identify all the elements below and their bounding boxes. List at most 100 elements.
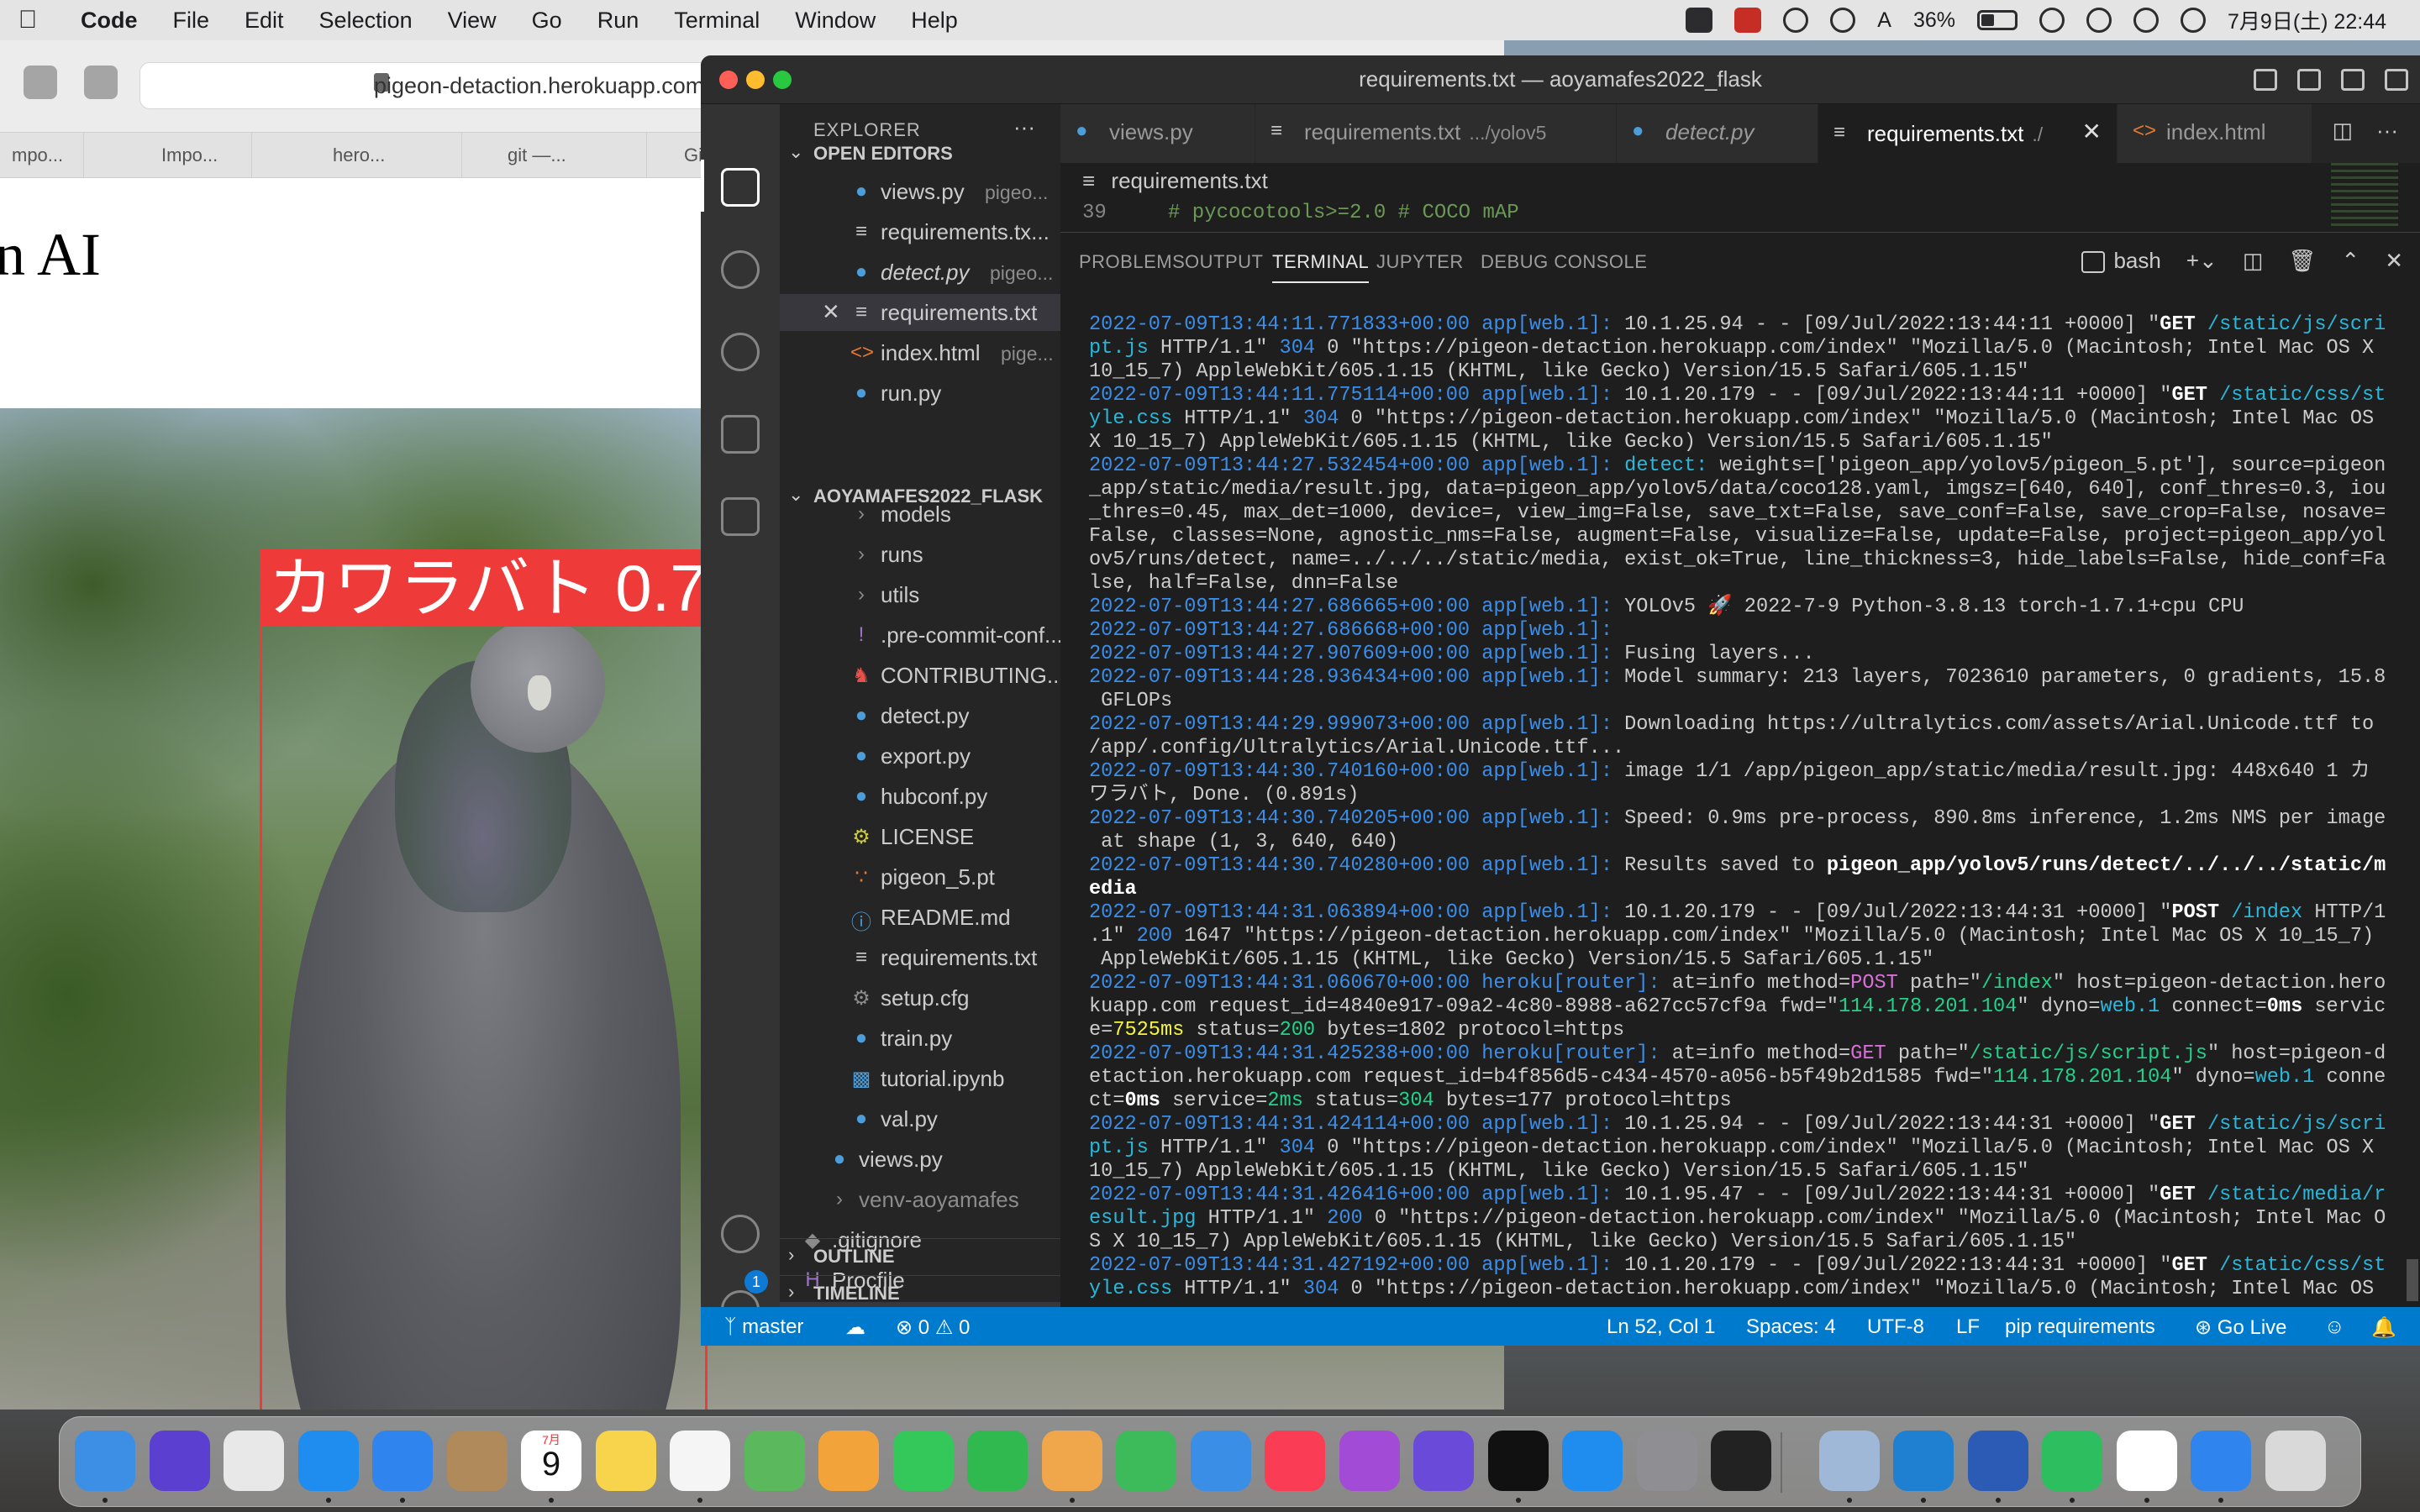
facetime-icon[interactable] — [967, 1431, 1028, 1491]
sync-icon[interactable]: ☁ — [845, 1315, 865, 1340]
launchpad-icon[interactable] — [224, 1431, 284, 1491]
notifications-bell-icon[interactable]: 🔔 — [2371, 1315, 2396, 1340]
accounts-icon[interactable] — [721, 1215, 760, 1253]
tree-file[interactable]: ● export.py — [780, 738, 1060, 774]
wifi-icon[interactable] — [2039, 8, 2065, 33]
end-of-line[interactable]: LF — [1956, 1315, 1980, 1339]
more-editor-actions-icon[interactable]: ··· — [2376, 118, 2398, 144]
finder-icon[interactable] — [75, 1431, 135, 1491]
battery-icon[interactable] — [1977, 10, 2018, 30]
menu-terminal[interactable]: Terminal — [656, 8, 777, 34]
split-editor-icon[interactable]: ◫ — [2332, 118, 2353, 144]
tree-file[interactable]: ▩ tutorial.ipynb — [780, 1060, 1060, 1097]
tree-file[interactable]: ≡ requirements.txt — [780, 939, 1060, 976]
podcasts-icon[interactable] — [1339, 1431, 1400, 1491]
editor-tab[interactable]: ≡ requirements.txt .../yolov5 — [1255, 104, 1617, 163]
safari-tab[interactable]: hero... — [252, 133, 462, 178]
menu-window[interactable]: Window — [777, 8, 893, 34]
menu-clock[interactable]: 7月9日(土) 22:44 — [2228, 5, 2386, 35]
tree-folder[interactable]: › runs — [780, 536, 1060, 573]
contacts-icon[interactable] — [446, 1431, 508, 1491]
reminders-icon[interactable] — [670, 1431, 730, 1491]
editor-tab[interactable]: <> index.html — [2118, 104, 2312, 163]
tab-terminal[interactable]: TERMINAL — [1272, 251, 1370, 283]
menu-file[interactable]: File — [155, 8, 228, 34]
run-debug-icon[interactable] — [721, 415, 760, 454]
apple-menu-icon[interactable]:  — [0, 6, 55, 34]
close-editor-icon[interactable]: ✕ — [822, 299, 840, 325]
open-editor-item[interactable]: ✕ ≡ requirements.txt — [780, 294, 1060, 331]
timeline-header[interactable]: › TIMELINE — [780, 1275, 1060, 1307]
explorer-icon[interactable] — [721, 168, 760, 207]
split-terminal-icon[interactable]: ◫ — [2243, 248, 2264, 274]
appstore-icon[interactable] — [1562, 1431, 1623, 1491]
maximize-panel-icon[interactable]: ⌃ — [2341, 248, 2360, 274]
menu-run[interactable]: Run — [580, 8, 657, 34]
trash-icon[interactable] — [2265, 1431, 2326, 1491]
evernote-clipper-icon[interactable] — [24, 66, 57, 99]
notes-icon[interactable] — [595, 1431, 656, 1491]
source-control-icon[interactable] — [721, 333, 760, 371]
open-editor-item[interactable]: ● views.py pigeo... — [780, 173, 1060, 210]
terminal-icon[interactable] — [1711, 1431, 1771, 1491]
tree-file[interactable]: ● views.py — [780, 1141, 1060, 1178]
security-shield-icon[interactable] — [1734, 8, 1762, 33]
tab-debug-console[interactable]: DEBUG CONSOLE — [1481, 251, 1647, 273]
siri-menu-icon[interactable] — [2181, 8, 2207, 33]
play-circle-icon[interactable] — [1830, 8, 1856, 33]
system-preferences-icon[interactable] — [1636, 1431, 1697, 1491]
imovie-icon[interactable] — [1413, 1431, 1474, 1491]
editor-sticky-line[interactable]: 39 # pycocotools>=2.0 # COCO mAP — [1060, 197, 2420, 230]
kill-terminal-icon[interactable]: 🗑 — [2288, 248, 2316, 274]
menu-selection[interactable]: Selection — [302, 8, 430, 34]
open-editor-item[interactable]: ≡ requirements.tx... — [780, 213, 1060, 250]
indentation[interactable]: Spaces: 4 — [1746, 1315, 1836, 1339]
open-editor-item[interactable]: ● detect.py pigeo... — [780, 254, 1060, 291]
tree-file[interactable]: ⓘ README.md — [780, 899, 1060, 936]
safari-tab[interactable]: mpo... — [0, 133, 84, 178]
keynote-icon[interactable] — [1190, 1431, 1251, 1491]
open-editors-header[interactable]: ⌄ OPEN EDITORS — [780, 136, 1060, 173]
maps-icon[interactable] — [744, 1431, 805, 1491]
file-encoding[interactable]: UTF-8 — [1867, 1315, 1924, 1339]
tree-file[interactable]: ● detect.py — [780, 697, 1060, 734]
safari-tab[interactable]: git —... — [462, 133, 647, 178]
tree-file[interactable]: ♞ CONTRIBUTING.... — [780, 657, 1060, 694]
spotlight-search-icon[interactable] — [2086, 8, 2112, 33]
minimap[interactable] — [2331, 163, 2398, 230]
calendar-icon[interactable]: 7月 9 — [521, 1431, 581, 1491]
tree-file[interactable]: ● val.py — [780, 1100, 1060, 1137]
mail-icon[interactable] — [372, 1431, 433, 1491]
tree-file[interactable]: ● hubconf.py — [780, 778, 1060, 815]
appletv-icon[interactable] — [1487, 1431, 1549, 1491]
open-editor-item[interactable]: ● run.py — [780, 375, 1060, 412]
numbers-icon[interactable] — [1116, 1431, 1176, 1491]
input-method-indicator[interactable]: A — [1877, 8, 1891, 33]
safari-tab[interactable]: Impo... — [84, 133, 252, 178]
git-branch-item[interactable]: ᛉ master — [724, 1315, 803, 1339]
menu-help[interactable]: Help — [893, 8, 976, 34]
word-icon[interactable] — [1967, 1431, 2028, 1491]
problems-indicator[interactable]: ⊗ 0 ⚠ 0 — [896, 1315, 970, 1340]
preview-icon[interactable] — [1818, 1431, 1880, 1491]
safari-icon[interactable] — [297, 1431, 359, 1491]
search-icon[interactable] — [721, 250, 760, 289]
tree-folder[interactable]: › models — [780, 496, 1060, 533]
toggle-secondary-sidebar-icon[interactable] — [2341, 69, 2365, 91]
outline-header[interactable]: › OUTLINE — [780, 1238, 1060, 1275]
tree-file[interactable]: ⚙ setup.cfg — [780, 979, 1060, 1016]
editor-tab[interactable]: ● detect.py — [1617, 104, 1818, 163]
tree-file[interactable]: ● train.py — [780, 1020, 1060, 1057]
menu-view[interactable]: View — [430, 8, 514, 34]
feedback-icon[interactable]: ☺ — [2324, 1315, 2345, 1339]
toggle-sidebar-icon[interactable] — [2254, 69, 2277, 91]
menu-go[interactable]: Go — [514, 8, 580, 34]
tree-file[interactable]: ! .pre-commit-conf... — [780, 617, 1060, 654]
tree-file[interactable]: ∵ pigeon_5.pt — [780, 858, 1060, 895]
cursor-position[interactable]: Ln 52, Col 1 — [1607, 1315, 1715, 1339]
editor-tab[interactable]: ● views.py — [1060, 104, 1255, 163]
photos-icon[interactable] — [818, 1431, 879, 1491]
tab-jupyter[interactable]: JUPYTER — [1376, 251, 1464, 273]
pages-icon[interactable] — [1041, 1431, 1102, 1491]
extensions-icon[interactable] — [721, 497, 760, 536]
